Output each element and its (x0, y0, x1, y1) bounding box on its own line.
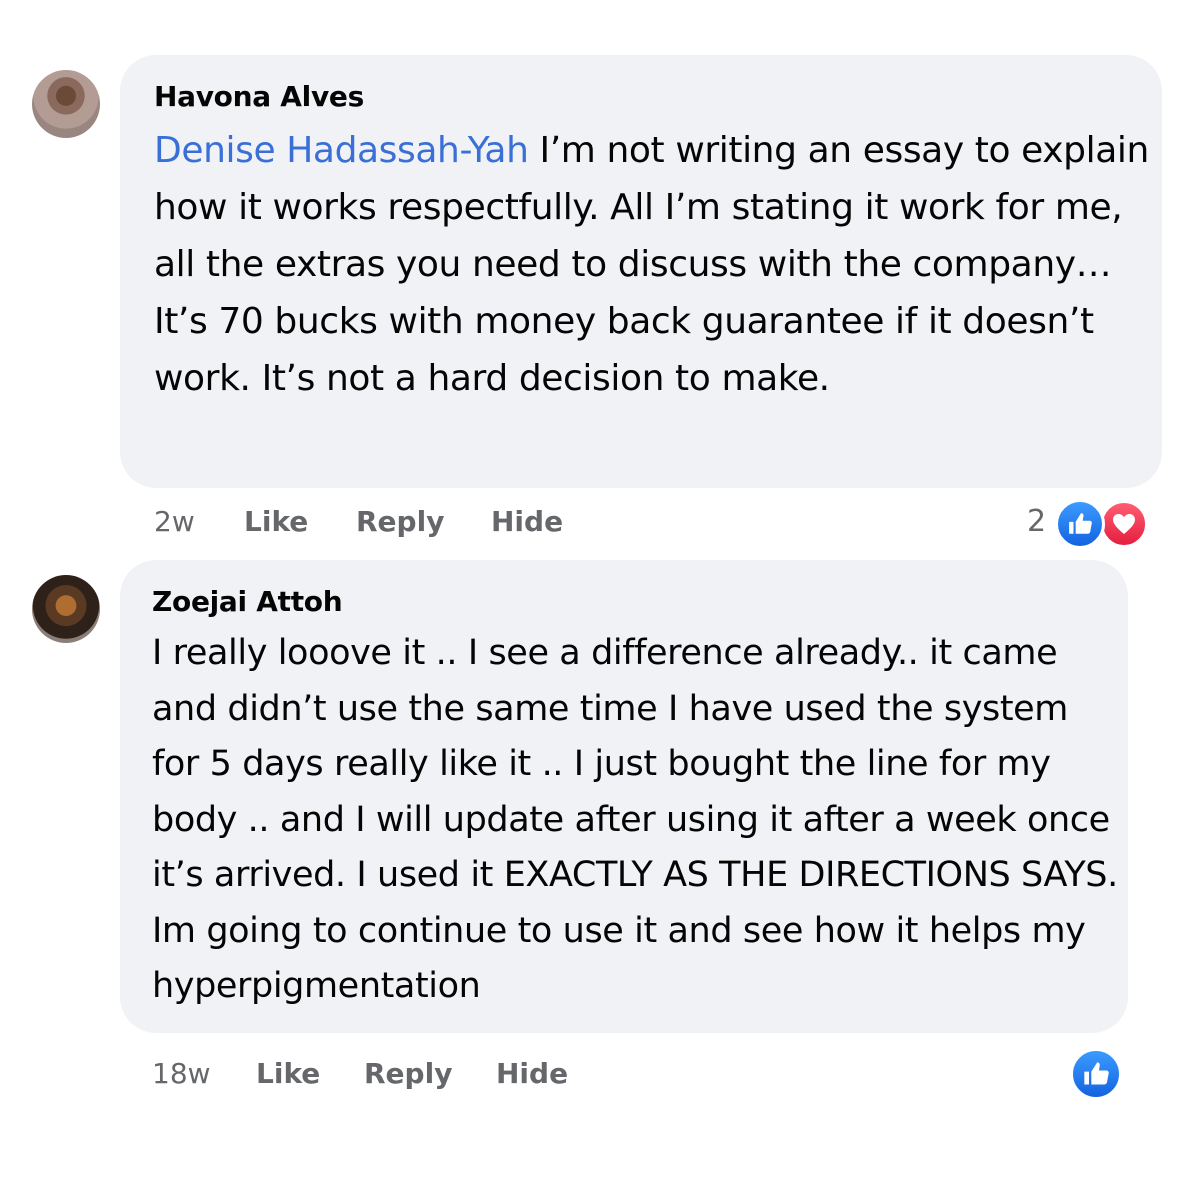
comment-text: Denise Hadassah-Yah I’m not writing an e… (154, 122, 1154, 407)
like-button[interactable]: Like (256, 1057, 320, 1090)
hide-button[interactable]: Hide (496, 1057, 568, 1090)
comment-timestamp[interactable]: 2w (154, 505, 195, 538)
comment-actions: 18w Like Reply Hide (0, 1057, 1188, 1097)
reaction-count[interactable]: 2 (1027, 504, 1046, 539)
comment-author[interactable]: Zoejai Attoh (152, 585, 343, 618)
like-icon (1070, 1048, 1122, 1100)
comment-text: I really looove it .. I see a difference… (152, 633, 1118, 1006)
like-icon (1055, 499, 1105, 549)
avatar[interactable] (32, 575, 100, 643)
love-icon (1100, 500, 1148, 548)
mention-link[interactable]: Denise Hadassah-Yah (154, 130, 529, 171)
reply-button[interactable]: Reply (356, 505, 444, 538)
reply-button[interactable]: Reply (364, 1057, 452, 1090)
avatar[interactable] (32, 70, 100, 138)
comment-author[interactable]: Havona Alves (154, 80, 364, 113)
like-button[interactable]: Like (244, 505, 308, 538)
comment-actions: 2w Like Reply Hide (0, 505, 1188, 545)
hide-button[interactable]: Hide (491, 505, 563, 538)
comment-timestamp[interactable]: 18w (152, 1057, 211, 1090)
